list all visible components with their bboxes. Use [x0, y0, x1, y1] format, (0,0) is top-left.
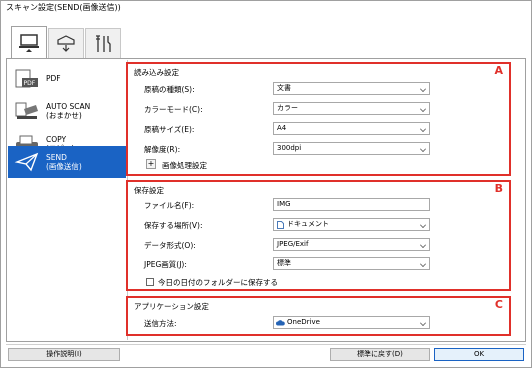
sidebar-item-auto-scan[interactable]: AUTO SCAN (おまかせ) [8, 94, 126, 127]
section-title: 読み込み設定 [134, 68, 179, 77]
section-title: 保存設定 [134, 186, 164, 195]
paper-size-label: 原稿サイズ(E): [144, 125, 195, 134]
resolution-select[interactable]: 300dpi [273, 142, 430, 155]
sidebar-item-label: PDF [46, 74, 61, 83]
send-method-label: 送信方法: [144, 319, 177, 328]
save-location-label: 保存する場所(V): [144, 221, 203, 230]
document-type-label: 原稿の種類(S): [144, 85, 195, 94]
tab-scan-from-operation-panel[interactable] [48, 28, 84, 58]
date-folder-label: 今日の日付のフォルダーに保存する [158, 278, 278, 287]
tab-scan-from-computer[interactable] [11, 26, 47, 59]
scanner-icon [57, 34, 75, 52]
svg-text:PDF: PDF [24, 80, 36, 87]
cloud-icon [276, 320, 285, 326]
section-letter: A [494, 64, 503, 77]
sidebar-item-pdf[interactable]: PDF PDF [8, 62, 126, 95]
file-name-input[interactable]: IMG [273, 198, 430, 211]
tools-icon [96, 34, 111, 52]
sidebar-item-send[interactable]: SEND (画像送信) [8, 146, 126, 178]
data-format-label: データ形式(O): [144, 241, 196, 250]
tab-general-settings[interactable] [85, 28, 121, 58]
color-mode-select[interactable]: カラー [273, 102, 430, 115]
expand-image-processing-button[interactable]: + [146, 159, 156, 169]
chevron-down-icon [420, 261, 426, 267]
auto-scan-icon [15, 102, 38, 119]
section-letter: C [494, 298, 503, 311]
document-type-select[interactable]: 文書 [273, 82, 430, 95]
plus-icon: + [147, 159, 155, 168]
send-icon [14, 152, 39, 172]
color-mode-label: カラーモード(C): [144, 105, 203, 114]
save-location-select[interactable]: ドキュメント [273, 218, 430, 231]
chevron-down-icon [420, 86, 426, 92]
scan-settings-section: 読み込み設定 A 原稿の種類(S): 文書 カラーモード(C): カラー 原稿サ… [126, 62, 511, 176]
chevron-down-icon [420, 222, 426, 228]
application-settings-section: アプリケーション設定 C 送信方法: OneDrive [126, 296, 511, 336]
sidebar-item-sublabel: (おまかせ) [46, 110, 82, 120]
chevron-down-icon [420, 126, 426, 132]
sidebar: PDF PDF AUTO SCAN (おまかせ) COPY (コピー) [8, 60, 128, 340]
file-name-label: ファイル名(F): [144, 201, 195, 210]
paper-size-select[interactable]: A4 [273, 122, 430, 135]
document-icon [277, 221, 284, 229]
save-settings-section: 保存設定 B ファイル名(F): IMG 保存する場所(V): ドキュメント デ… [126, 180, 511, 291]
help-button[interactable]: 操作説明(I) [8, 348, 120, 361]
section-title: アプリケーション設定 [134, 302, 209, 311]
footer-divider [6, 344, 526, 345]
sidebar-item-label: SEND [46, 153, 67, 162]
date-folder-checkbox[interactable] [146, 278, 154, 286]
pdf-icon: PDF [15, 69, 38, 88]
image-processing-label: 画像処理設定 [162, 161, 207, 170]
computer-icon [19, 34, 39, 52]
section-letter: B [494, 182, 503, 195]
data-format-select[interactable]: JPEG/Exif [273, 238, 430, 251]
ok-button[interactable]: OK [434, 348, 524, 361]
defaults-button[interactable]: 標準に戻す(D) [330, 348, 430, 361]
chevron-down-icon [420, 146, 426, 152]
resolution-label: 解像度(R): [144, 145, 181, 154]
jpeg-quality-label: JPEG画質(J): [144, 260, 187, 269]
sidebar-item-label: AUTO SCAN [46, 101, 91, 111]
jpeg-quality-select[interactable]: 標準 [273, 257, 430, 270]
send-method-select[interactable]: OneDrive [273, 316, 430, 329]
chevron-down-icon [420, 106, 426, 112]
chevron-down-icon [420, 320, 426, 326]
chevron-down-icon [420, 242, 426, 248]
window-title: スキャン設定(SEND(画像送信)) [6, 3, 121, 12]
sidebar-item-label: COPY [46, 134, 67, 144]
sidebar-item-sublabel: (画像送信) [46, 162, 82, 171]
